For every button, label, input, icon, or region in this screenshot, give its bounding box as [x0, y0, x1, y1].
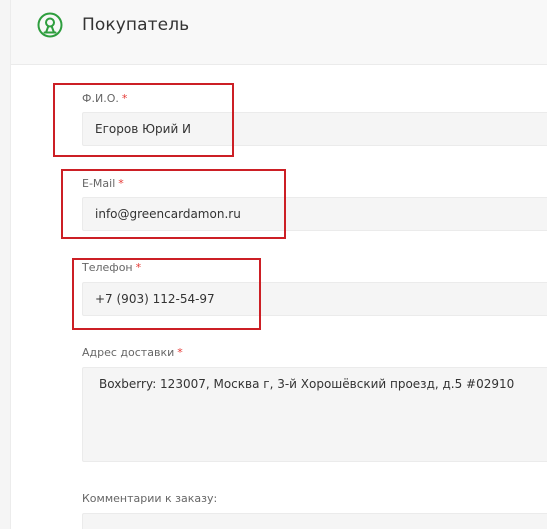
fio-input[interactable]: Егоров Юрий И: [82, 112, 547, 146]
phone-input[interactable]: +7 (903) 112-54-97: [82, 282, 547, 316]
required-mark: *: [121, 92, 128, 105]
address-label-text: Адрес доставки: [82, 346, 175, 359]
address-label: Адрес доставки *: [82, 346, 183, 359]
email-label: E-Mail *: [82, 177, 124, 190]
section-header: Покупатель: [11, 0, 547, 65]
comment-label: Комментарии к заказу:: [82, 492, 218, 505]
fio-label-text: Ф.И.О.: [82, 92, 119, 105]
phone-label: Телефон *: [82, 261, 141, 274]
checkout-buyer-section: Покупатель Ф.И.О. * Егоров Юрий И E-Mail *…: [0, 0, 547, 529]
email-input[interactable]: info@greencardamon.ru: [82, 197, 547, 231]
address-textarea[interactable]: Boxberry: 123007, Москва г, 3-й Хорошёвс…: [82, 367, 547, 462]
section-title: Покупатель: [82, 15, 190, 35]
user-icon: [37, 12, 63, 38]
phone-label-text: Телефон: [82, 261, 133, 274]
required-mark: *: [177, 346, 183, 359]
comment-textarea[interactable]: [82, 513, 547, 529]
fio-label: Ф.И.О. *: [82, 92, 127, 105]
required-mark: *: [118, 177, 124, 190]
left-gutter: [0, 0, 11, 529]
required-mark: *: [135, 261, 142, 274]
email-label-text: E-Mail: [82, 177, 116, 190]
